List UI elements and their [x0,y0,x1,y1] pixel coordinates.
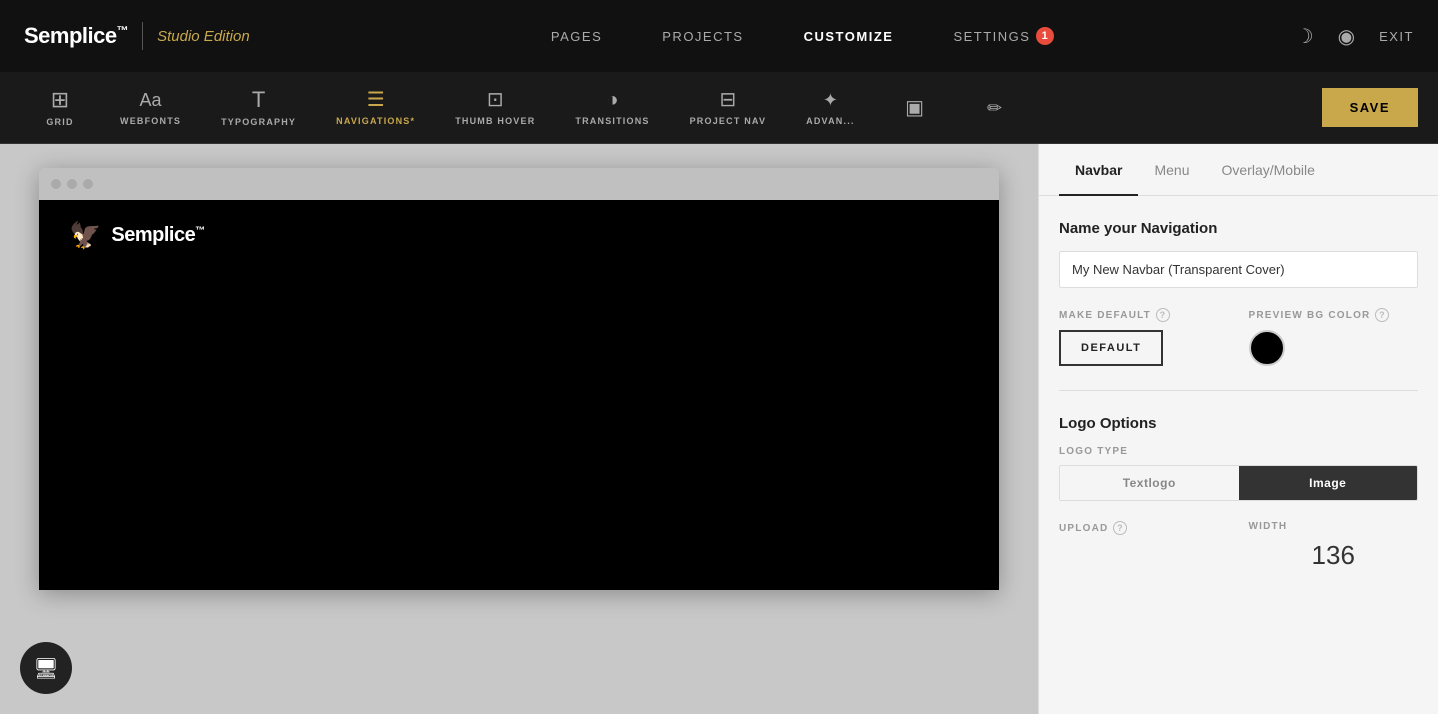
device-icon: 🖥 [33,656,58,681]
tab-menu[interactable]: Menu [1138,144,1205,196]
browser-dot-3 [83,179,93,189]
preview-bg-help[interactable]: ? [1375,308,1389,322]
exit-link[interactable]: EXIT [1379,29,1414,44]
navbar-name-input[interactable] [1059,251,1418,288]
upload-width-row: UPLOAD ? WIDTH 136 [1059,521,1418,571]
top-nav-right: EXIT [1296,24,1414,49]
webfonts-icon [140,90,162,110]
make-default-group: MAKE DEFAULT ? DEFAULT [1059,308,1229,366]
browser-mock: 🦅 Semplice™ [39,168,999,590]
width-group: WIDTH 136 [1249,521,1419,571]
divider-1 [1059,390,1418,391]
upload-help[interactable]: ? [1113,521,1127,535]
toolbar-advanced[interactable]: ADVAN... [786,90,874,126]
toolbar-typography[interactable]: TYPOGRAPHY [201,89,316,127]
tab-navbar[interactable]: Navbar [1059,144,1138,196]
preview-bg-group: PREVIEW BG COLOR ? [1249,308,1419,366]
eagle-icon: 🦅 [69,220,101,251]
toolbar-transitions-label: TRANSITIONS [575,116,649,126]
toolbar-webfonts-label: WEBFONTS [120,116,181,126]
toolbar-thumb-label: THUMB HOVER [455,116,535,126]
nav-settings[interactable]: SETTINGS 1 [953,27,1054,45]
preview-area: 🦅 Semplice™ 🖥 [0,144,1038,714]
toolbar-navigations[interactable]: NAVIGATIONS* [316,90,435,126]
nav-pages[interactable]: PAGES [551,29,602,44]
transitions-icon [606,90,618,110]
default-button[interactable]: DEFAULT [1059,330,1163,366]
preview-bg-swatch[interactable] [1249,330,1285,366]
toolbar-grid-label: GRID [46,117,73,127]
toolbar-nav-label: NAVIGATIONS* [336,116,415,126]
site-logo-name: Semplice™ [111,224,204,247]
browser-dot-1 [51,179,61,189]
nav-icon [367,90,385,110]
toolbar-grid[interactable]: GRID [20,89,100,127]
toolbar-layout[interactable] [875,98,955,118]
toolbar-advanced-label: ADVAN... [806,116,854,126]
width-value: 136 [1249,540,1419,571]
grid-icon [51,89,69,111]
device-indicator[interactable]: 🖥 [20,642,72,694]
name-section-title: Name your Navigation [1059,220,1418,237]
top-nav-links: PAGES PROJECTS CUSTOMIZE SETTINGS 1 [310,27,1296,45]
thumbhover-icon [487,90,504,110]
nav-projects[interactable]: PROJECTS [662,29,743,44]
logo-area: Semplice™ Studio Edition [24,22,250,50]
logo-options-title: Logo Options [1059,415,1418,432]
toolbar-webfonts[interactable]: WEBFONTS [100,90,201,126]
toolbar: GRID WEBFONTS TYPOGRAPHY NAVIGATIONS* TH… [0,72,1438,144]
right-panel: Navbar Menu Overlay/Mobile Name your Nav… [1038,144,1438,714]
upload-group: UPLOAD ? [1059,521,1229,571]
logo-divider [142,22,143,50]
toolbar-transitions[interactable]: TRANSITIONS [555,90,669,126]
save-button[interactable]: SAVE [1322,88,1418,127]
browser-dot-2 [67,179,77,189]
typography-icon [252,89,265,111]
projectnav-icon [720,90,737,110]
dark-mode-icon[interactable] [1296,24,1314,49]
logo-type-toggle: Textlogo Image [1059,465,1418,501]
panel-tabs: Navbar Menu Overlay/Mobile [1039,144,1438,196]
default-color-row: MAKE DEFAULT ? DEFAULT PREVIEW BG COLOR … [1059,308,1418,366]
upload-label: UPLOAD ? [1059,521,1229,535]
settings-badge: 1 [1036,27,1054,45]
logo-type-label: LOGO TYPE [1059,446,1418,457]
top-nav: Semplice™ Studio Edition PAGES PROJECTS … [0,0,1438,72]
toolbar-projectnav-label: PROJECT NAV [690,116,767,126]
make-default-label: MAKE DEFAULT ? [1059,308,1229,322]
width-label: WIDTH [1249,521,1419,532]
edit-icon [987,98,1002,118]
logo-edition: Studio Edition [157,28,250,45]
make-default-help[interactable]: ? [1156,308,1170,322]
site-logo: 🦅 Semplice™ [69,220,205,251]
layout-icon [905,98,924,118]
logo-text: Semplice™ [24,23,128,49]
advanced-icon [823,90,838,110]
toolbar-projectnav[interactable]: PROJECT NAV [670,90,787,126]
main-content: 🦅 Semplice™ 🖥 Navbar Menu Overlay/Mobile… [0,144,1438,714]
tab-overlay-mobile[interactable]: Overlay/Mobile [1206,144,1331,196]
preview-bg-label: PREVIEW BG COLOR ? [1249,308,1419,322]
toolbar-edit[interactable] [955,98,1035,118]
logo-type-image[interactable]: Image [1239,466,1418,500]
toolbar-typography-label: TYPOGRAPHY [221,117,296,127]
panel-content: Name your Navigation MAKE DEFAULT ? DEFA… [1039,196,1438,595]
browser-bar [39,168,999,200]
logo-options-section: Logo Options LOGO TYPE Textlogo Image [1059,415,1418,501]
nav-customize[interactable]: CUSTOMIZE [804,29,894,44]
logo-type-textlogo[interactable]: Textlogo [1060,466,1239,500]
toolbar-thumbhover[interactable]: THUMB HOVER [435,90,555,126]
browser-content: 🦅 Semplice™ [39,200,999,590]
preview-icon[interactable] [1338,24,1355,49]
name-section: Name your Navigation [1059,220,1418,288]
